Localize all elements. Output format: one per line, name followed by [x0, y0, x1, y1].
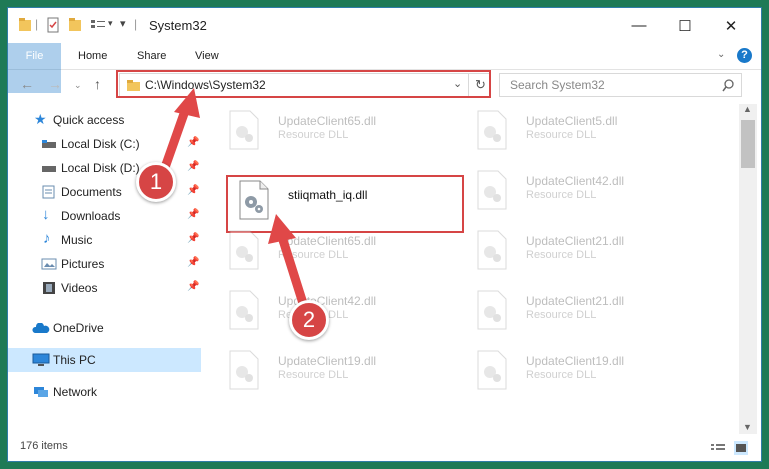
arrow-1 [157, 88, 200, 181]
step-1-badge: 1 [136, 162, 176, 202]
annotation-overlay [157, 88, 312, 321]
step-2-badge: 2 [289, 300, 329, 340]
